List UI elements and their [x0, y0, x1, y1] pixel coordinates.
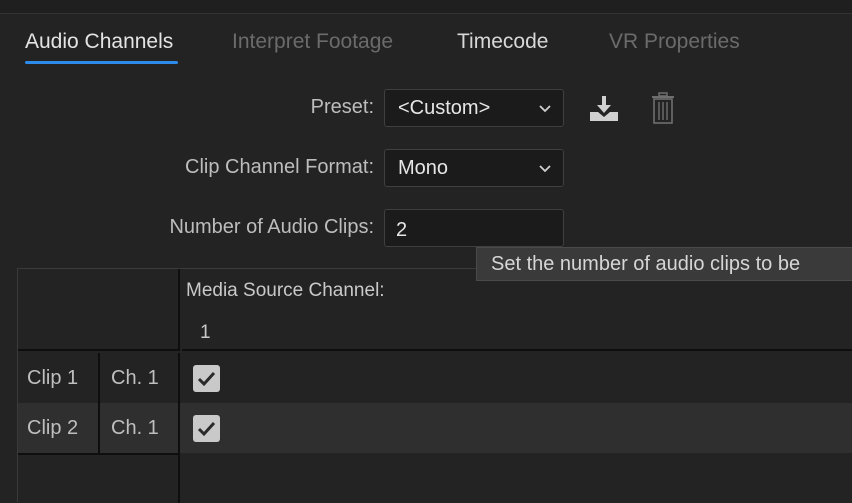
tooltip: Set the number of audio clips to be	[476, 247, 852, 281]
active-tab-indicator	[25, 61, 178, 64]
grid-header-corner	[18, 269, 180, 351]
panel-top-strip	[0, 0, 852, 14]
checkmark-icon	[197, 421, 216, 437]
tab-timecode[interactable]: Timecode	[457, 30, 548, 54]
grid-empty-area	[18, 453, 180, 503]
source-channel-column-1: 1	[200, 322, 211, 343]
table-row: Clip 2 Ch. 1	[18, 403, 852, 453]
tab-bar: Audio Channels Interpret Footage Timecod…	[0, 14, 852, 66]
clip-channel-format-value: Mono	[398, 157, 449, 179]
preset-value: <Custom>	[398, 97, 491, 119]
tab-vr-properties[interactable]: VR Properties	[609, 30, 740, 54]
save-preset-button[interactable]	[587, 94, 621, 129]
grid-header: Media Source Channel: 1	[182, 269, 852, 351]
channel-cell: Ch. 1	[100, 353, 180, 403]
save-preset-icon	[590, 96, 618, 121]
number-of-audio-clips-input[interactable]: 2	[384, 209, 564, 247]
preset-label: Preset:	[310, 96, 374, 118]
delete-preset-button[interactable]	[651, 92, 675, 129]
number-of-audio-clips-label: Number of Audio Clips:	[169, 216, 374, 238]
clip-channel-format-dropdown[interactable]: Mono	[384, 149, 564, 187]
channel-mapping-grid: Media Source Channel: 1 Clip 1 Ch. 1 Cli…	[17, 268, 852, 503]
channel-checkbox[interactable]	[193, 415, 220, 442]
clip-name-cell: Clip 2	[18, 403, 100, 453]
preset-dropdown[interactable]: <Custom>	[384, 89, 564, 127]
clip-channel-format-label: Clip Channel Format:	[185, 156, 374, 178]
tab-audio-channels[interactable]: Audio Channels	[25, 30, 173, 54]
tab-interpret-footage[interactable]: Interpret Footage	[232, 30, 393, 54]
channel-checkbox[interactable]	[193, 365, 220, 392]
channel-cell: Ch. 1	[100, 403, 180, 453]
media-source-channel-header: Media Source Channel:	[186, 280, 385, 301]
chevron-down-icon	[539, 105, 551, 113]
clip-name-cell: Clip 1	[18, 353, 100, 403]
trash-icon	[652, 92, 674, 124]
chevron-down-icon	[539, 165, 551, 173]
table-row: Clip 1 Ch. 1	[18, 353, 852, 403]
checkmark-icon	[197, 371, 216, 387]
